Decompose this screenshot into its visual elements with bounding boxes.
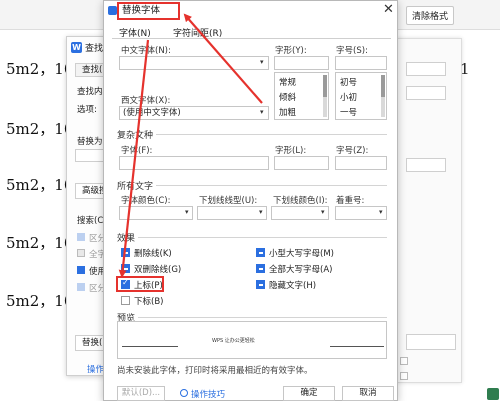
option-checkbox[interactable] xyxy=(77,283,85,291)
document-text-fragment: 1 xyxy=(460,60,470,78)
scrollbar[interactable] xyxy=(381,75,385,117)
group-divider xyxy=(117,317,387,318)
cancel-button[interactable]: 取消 xyxy=(342,386,394,401)
font-size-option[interactable]: 小初 xyxy=(340,91,357,103)
all-caps-checkbox[interactable] xyxy=(256,264,265,273)
wps-logo-icon: W xyxy=(71,42,82,53)
chevron-down-icon[interactable]: ▾ xyxy=(260,108,264,116)
effects-group-label: 效果 xyxy=(117,231,139,244)
font-size-list[interactable]: 初号 小初 一号 xyxy=(335,72,387,120)
font-style-label: 字形(Y): xyxy=(275,46,307,56)
dialog-title: 替换字体 xyxy=(117,2,180,20)
hidden-text-checkbox[interactable] xyxy=(256,280,265,289)
font-size-option[interactable]: 初号 xyxy=(340,76,357,88)
replace-with-label: 替换为( xyxy=(77,137,106,147)
underline-type-label: 下划线线型(U): xyxy=(199,196,258,206)
option-checkbox[interactable] xyxy=(77,249,85,257)
chevron-down-icon[interactable]: ▾ xyxy=(185,208,189,216)
option-checkbox[interactable] xyxy=(77,266,85,274)
font-style-option[interactable]: 倾斜 xyxy=(279,91,296,103)
ok-button[interactable]: 确定 xyxy=(283,386,335,401)
background-checkbox xyxy=(400,372,408,380)
app-status-icon xyxy=(487,388,499,400)
superscript-highlight-box xyxy=(116,276,164,292)
chevron-down-icon[interactable]: ▾ xyxy=(321,208,325,216)
strikethrough-checkbox[interactable] xyxy=(121,248,130,257)
western-font-select[interactable]: (使用中文字体) xyxy=(119,106,269,120)
tab-character-spacing[interactable]: 字符间距(R) xyxy=(173,26,222,39)
option-checkbox[interactable] xyxy=(77,233,85,241)
font-color-label: 字体颜色(C): xyxy=(121,196,171,206)
wps-logo-icon xyxy=(108,6,117,15)
background-checkbox xyxy=(400,357,408,365)
font-size-label: 字号(S): xyxy=(336,46,368,56)
subscript-checkbox[interactable] xyxy=(121,296,130,305)
all-text-group-label: 所有文字 xyxy=(117,179,157,192)
double-strikethrough-label: 双删除线(G) xyxy=(134,265,182,275)
underline-color-label: 下划线颜色(I): xyxy=(273,196,328,206)
font-style-input[interactable] xyxy=(274,56,329,70)
chevron-down-icon[interactable]: ▾ xyxy=(260,58,264,66)
underline-type-select[interactable] xyxy=(197,206,267,220)
font-not-installed-note: 尚未安装此字体，打印时将采用最相近的有效字体。 xyxy=(117,366,313,376)
complex-script-group-label: 复杂文种 xyxy=(117,128,157,141)
background-button xyxy=(406,158,446,172)
preview-baseline xyxy=(122,346,178,347)
document-text-line: 5m2，10 xyxy=(6,120,74,138)
background-button xyxy=(406,334,456,350)
complex-font-label: 字体(F): xyxy=(121,146,153,156)
tab-font[interactable]: 字体(N) xyxy=(119,26,151,39)
hidden-text-label: 隐藏文字(H) xyxy=(269,281,317,291)
font-size-option[interactable]: 一号 xyxy=(340,106,357,118)
font-color-select[interactable] xyxy=(119,206,193,220)
operation-tips-link[interactable]: 操作 xyxy=(87,363,104,375)
background-button xyxy=(406,62,446,76)
document-text-line: 5m2，10 xyxy=(6,292,74,310)
group-divider xyxy=(117,185,387,186)
operation-tips-link[interactable]: 操作技巧 xyxy=(191,388,225,400)
complex-style-select[interactable] xyxy=(274,156,329,170)
document-text-line: 5m2，10 xyxy=(6,234,74,252)
document-text-line: 5m2，10 xyxy=(6,60,74,78)
font-style-option[interactable]: 常规 xyxy=(279,76,296,88)
scrollbar-thumb[interactable] xyxy=(323,75,327,97)
chevron-down-icon[interactable]: ▾ xyxy=(259,208,263,216)
document-text-line: 5m2，10 xyxy=(6,176,74,194)
font-style-list[interactable]: 常规 倾斜 加粗 xyxy=(274,72,329,120)
font-size-input[interactable] xyxy=(335,56,387,70)
font-style-option[interactable]: 加粗 xyxy=(279,106,296,118)
chinese-font-label: 中文字体(N): xyxy=(121,46,171,56)
chinese-font-select[interactable] xyxy=(119,56,269,70)
western-font-label: 西文字体(X): xyxy=(121,96,171,106)
scrollbar-thumb[interactable] xyxy=(381,75,385,97)
tab-bar: 字体(N) 字符间距(R) xyxy=(112,23,391,39)
preview-sample-text: WPS 让办公更轻松 xyxy=(212,338,255,344)
all-caps-label: 全部大写字母(A) xyxy=(269,265,333,275)
tips-icon[interactable] xyxy=(180,389,188,397)
subscript-label: 下标(B) xyxy=(134,297,164,307)
close-icon[interactable]: ✕ xyxy=(383,3,394,16)
complex-size-select[interactable] xyxy=(335,156,387,170)
default-button[interactable]: 默认(D)... xyxy=(117,386,165,401)
options-label: 选项: xyxy=(77,105,97,115)
preview-box: WPS 让办公更轻松 xyxy=(117,321,387,359)
strikethrough-label: 删除线(K) xyxy=(134,249,172,259)
double-strikethrough-checkbox[interactable] xyxy=(121,264,130,273)
background-button xyxy=(406,86,446,100)
complex-size-label: 字号(Z): xyxy=(336,146,369,156)
small-caps-checkbox[interactable] xyxy=(256,248,265,257)
scrollbar[interactable] xyxy=(323,75,327,117)
emphasis-mark-label: 着重号: xyxy=(336,196,365,206)
small-caps-label: 小型大写字母(M) xyxy=(269,249,334,259)
complex-font-select[interactable] xyxy=(119,156,269,170)
preview-baseline xyxy=(330,346,384,347)
group-divider xyxy=(117,134,387,135)
chevron-down-icon[interactable]: ▾ xyxy=(379,208,383,216)
complex-style-label: 字形(L): xyxy=(275,146,307,156)
group-divider xyxy=(117,237,387,238)
clear-format-button[interactable]: 清除格式 xyxy=(406,6,455,25)
